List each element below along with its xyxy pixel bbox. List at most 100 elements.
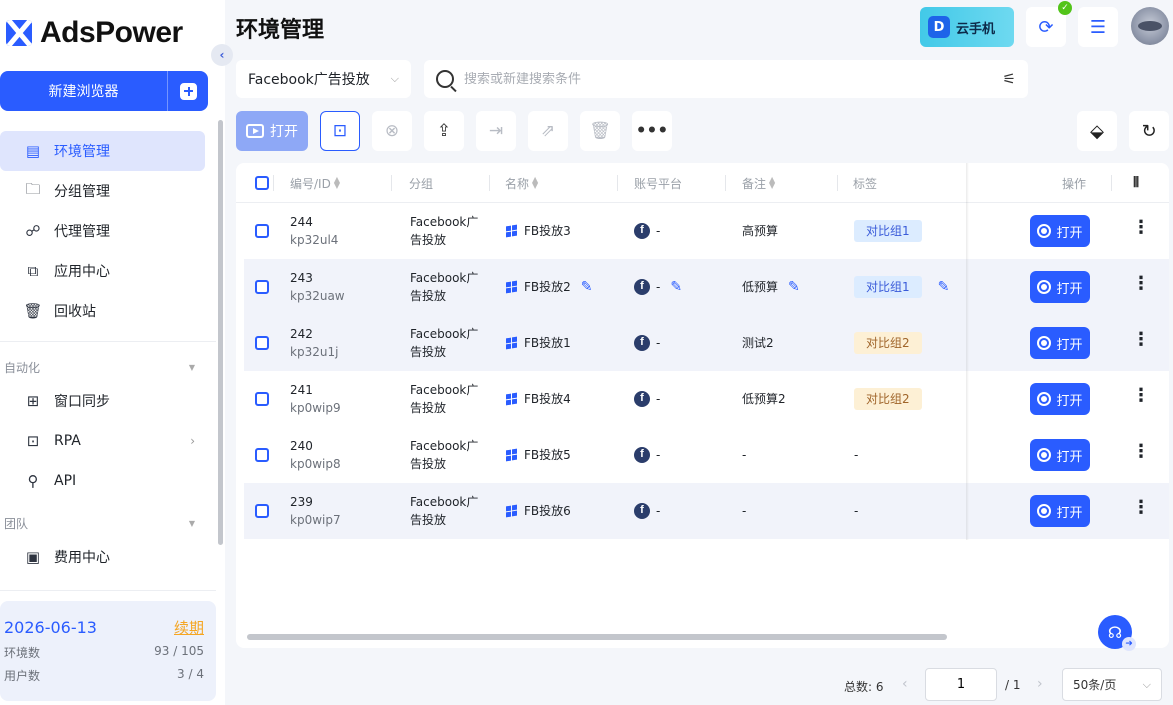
tag-button[interactable]: ⬙ — [1077, 111, 1117, 151]
more-vertical-icon[interactable]: ⋮ — [1132, 385, 1150, 406]
more-vertical-icon[interactable]: ⋮ — [1132, 441, 1150, 462]
table-row[interactable]: 242 kp32u1j Facebook广告投放 FB投放1 f - 测试2 对比组2 打开 ⋮ — [244, 315, 1169, 371]
sidebar-collapse-button[interactable]: ‹ — [211, 44, 233, 66]
table-row[interactable]: 244 kp32ul4 Facebook广告投放 FB投放3 f - 高预算 对比组1 打开 ⋮ — [244, 203, 1169, 259]
facebook-icon: f — [634, 503, 650, 519]
prev-page-button[interactable]: ‹ — [902, 676, 908, 692]
open-browser-button[interactable]: 打开 — [1030, 383, 1090, 415]
open-browser-button[interactable]: 打开 — [1030, 271, 1090, 303]
upload-button[interactable]: ⇪ — [424, 111, 464, 151]
more-horizontal-icon: ••• — [635, 121, 669, 141]
open-selected-button[interactable]: 打开 — [236, 111, 308, 151]
close-circle-icon: ⊗ — [384, 121, 400, 141]
edit-icon[interactable]: ✎ — [788, 278, 800, 296]
cloud-phone-button[interactable]: D 云手机 — [920, 7, 1014, 47]
browser-core-icon — [1037, 392, 1052, 406]
row-checkbox[interactable] — [255, 336, 269, 350]
edit-icon[interactable]: ✎ — [670, 278, 682, 296]
col-group-label: 分组 — [409, 176, 434, 191]
table-row[interactable]: 241 kp0wip9 Facebook广告投放 FB投放4 f - 低预算2 对比组2 打开 ⋮ — [244, 371, 1169, 427]
section-automation[interactable]: 自动化 ▼ — [0, 353, 225, 381]
new-browser-button[interactable]: 新建浏览器 — [0, 71, 168, 111]
share-button[interactable]: ⇗ — [528, 111, 568, 151]
table-horizontal-scrollbar[interactable] — [247, 634, 947, 640]
folder-icon: 🗀 — [25, 179, 41, 198]
row-checkbox[interactable] — [255, 504, 269, 518]
row-tag: - — [854, 504, 859, 518]
more-actions-button[interactable]: ••• — [632, 111, 672, 151]
sidebar-item-app-center[interactable]: ⧉ 应用中心 — [0, 251, 225, 291]
edit-icon[interactable]: ✎ — [938, 278, 950, 296]
close-browser-button[interactable]: ⊗ — [372, 111, 412, 151]
page-size-select[interactable]: 50条/页 ⌵ — [1062, 668, 1162, 701]
row-checkbox[interactable] — [255, 448, 269, 462]
section-team[interactable]: 团队 ▼ — [0, 509, 225, 537]
open-browser-button[interactable]: 打开 — [1030, 495, 1090, 527]
more-vertical-icon[interactable]: ⋮ — [1132, 329, 1150, 350]
sidebar: AdsPower 新建浏览器 ▤ 环境管理 🗀 分组管理 ☍ 代理管理 ⧉ 应用… — [0, 0, 225, 705]
filter-settings-icon[interactable]: ⚟ — [1003, 70, 1016, 88]
row-platform: - — [656, 504, 661, 518]
edit-icon[interactable]: ✎ — [581, 278, 593, 296]
renew-link[interactable]: 续期 — [174, 617, 204, 638]
more-vertical-icon[interactable]: ⋮ — [1132, 497, 1150, 518]
delete-button[interactable]: 🗑 — [580, 111, 620, 151]
col-name[interactable]: 名称 ▲ ▼ — [505, 163, 538, 203]
col-id[interactable]: 编号/ID ▲ ▼ — [290, 163, 340, 203]
col-remark[interactable]: 备注 ▲ ▼ — [742, 163, 775, 203]
table-row[interactable]: 239 kp0wip7 Facebook广告投放 FB投放6 f - - - 打开 ⋮ — [244, 483, 1169, 539]
browser-core-icon — [1037, 280, 1052, 294]
sidebar-scrollbar[interactable] — [218, 120, 223, 545]
task-list-button[interactable]: ☰ — [1078, 7, 1118, 47]
section-automation-label: 自动化 — [4, 360, 41, 375]
row-remark-cell: 低预算2 — [742, 390, 786, 408]
row-number: 244 — [290, 215, 313, 229]
sidebar-item-env-management[interactable]: ▤ 环境管理 — [0, 131, 205, 171]
next-page-button[interactable]: › — [1037, 676, 1043, 692]
sidebar-divider — [0, 341, 216, 342]
sidebar-item-api[interactable]: ⚲ API — [0, 461, 225, 501]
avatar[interactable] — [1131, 7, 1169, 45]
page-number-input[interactable] — [925, 668, 997, 701]
headset-icon: ☊ — [1107, 622, 1123, 642]
more-vertical-icon[interactable]: ⋮ — [1132, 273, 1150, 294]
upload-icon: ⇪ — [436, 121, 452, 141]
refresh-button[interactable]: ↻ — [1129, 111, 1169, 151]
adspower-logo-icon — [6, 20, 32, 46]
table-row[interactable]: 243 kp32uaw Facebook广告投放 FB投放2 ✎ f - ✎ 低预算 ✎ 对比组1 ✎… — [244, 259, 1169, 315]
sidebar-item-billing[interactable]: ▣ 费用中心 — [0, 537, 225, 577]
sidebar-item-proxy-management[interactable]: ☍ 代理管理 — [0, 211, 225, 251]
search-input[interactable] — [464, 71, 993, 87]
row-remark: - — [742, 504, 747, 518]
row-name-cell: FB投放5 — [506, 446, 571, 464]
row-number: 242 — [290, 327, 313, 341]
sidebar-item-group-management[interactable]: 🗀 分组管理 — [0, 171, 225, 211]
new-browser-quick-button[interactable] — [168, 71, 208, 111]
open-browser-button[interactable]: 打开 — [1030, 327, 1090, 359]
browser-core-icon — [1037, 224, 1052, 238]
row-tag-cell: 对比组1 — [854, 220, 922, 242]
open-browser-label: 打开 — [1056, 505, 1083, 521]
browser-core-icon — [1037, 336, 1052, 350]
open-browser-button[interactable]: 打开 — [1030, 215, 1090, 247]
sidebar-item-rpa[interactable]: ⊡ RPA › — [0, 421, 225, 461]
wallet-icon: ▣ — [25, 548, 41, 566]
select-all-checkbox[interactable] — [255, 176, 269, 190]
rpa-button[interactable]: ⊡ — [320, 111, 360, 151]
sync-button[interactable]: ⟳ ✓ — [1026, 1, 1072, 47]
row-checkbox[interactable] — [255, 224, 269, 238]
sidebar-item-recycle-bin[interactable]: 🗑 回收站 — [0, 291, 225, 331]
row-profile-id: kp0wip9 — [290, 401, 341, 415]
group-select[interactable]: Facebook广告投放 ⌵ — [236, 60, 411, 98]
table-row[interactable]: 240 kp0wip8 Facebook广告投放 FB投放5 f - - - 打开 ⋮ — [244, 427, 1169, 483]
row-checkbox[interactable] — [255, 280, 269, 294]
sidebar-item-label: 应用中心 — [54, 264, 110, 280]
row-checkbox[interactable] — [255, 392, 269, 406]
move-group-button[interactable]: ⇥ — [476, 111, 516, 151]
support-button[interactable]: ☊ ➜ — [1098, 615, 1136, 651]
robot-icon: ⊡ — [26, 432, 40, 450]
open-browser-button[interactable]: 打开 — [1030, 439, 1090, 471]
column-settings-button[interactable]: ⦀ — [1133, 163, 1139, 203]
more-vertical-icon[interactable]: ⋮ — [1132, 217, 1150, 238]
sidebar-item-window-sync[interactable]: ⊞ 窗口同步 — [0, 381, 225, 421]
